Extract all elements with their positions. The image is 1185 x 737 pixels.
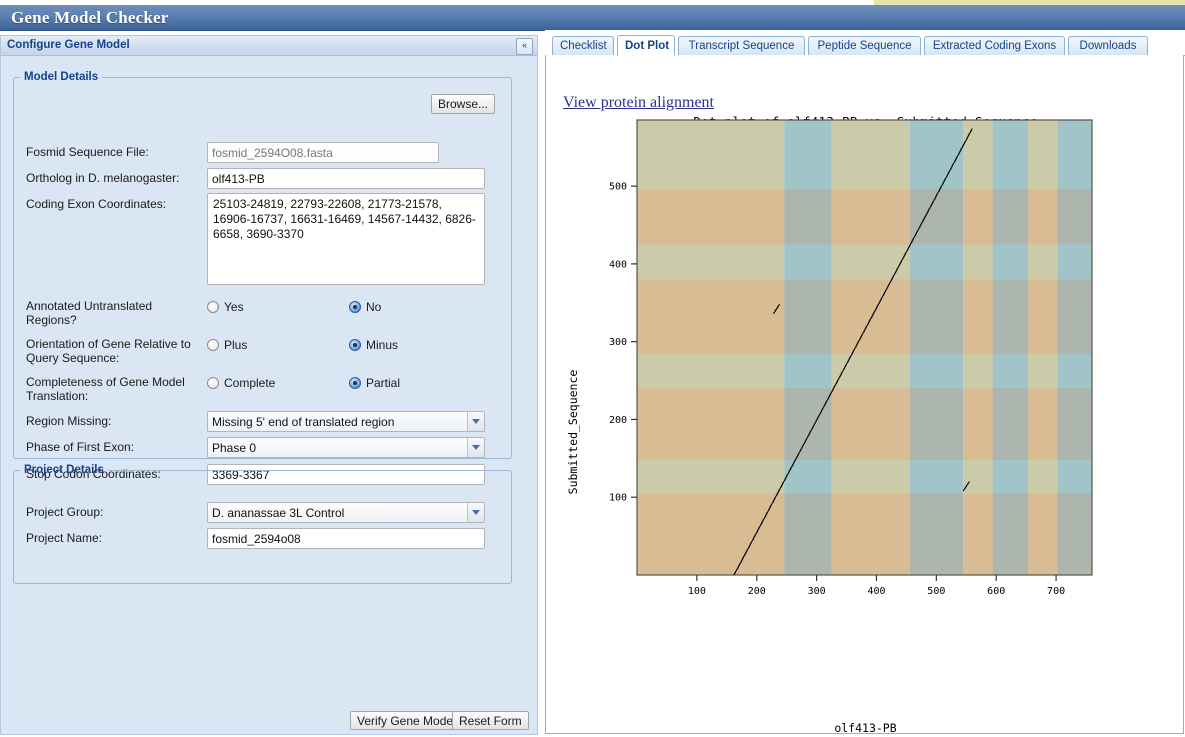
utr-radio-no[interactable]: No <box>349 300 381 314</box>
tab-strip: Checklist Dot Plot Transcript Sequence P… <box>545 34 1185 56</box>
verify-gene-model-button[interactable]: Verify Gene Model <box>350 711 463 730</box>
view-protein-alignment-link[interactable]: View protein alignment <box>563 94 714 112</box>
project-group-label: Project Group: <box>26 505 104 519</box>
model-details-fieldset: Model Details Fosmid Sequence File: Orth… <box>13 71 512 485</box>
project-group-select-wrap: D. ananassae 3L Control <box>207 502 485 523</box>
phase-of-first-exon-label: Phase of First Exon: <box>26 440 135 454</box>
dot-plot-tab-panel: View protein alignment Dot plot of olf41… <box>545 55 1185 735</box>
chevron-double-left-icon[interactable]: « <box>516 38 533 55</box>
phase-select-wrap: Phase 0 <box>207 437 485 458</box>
x-tick-label: 600 <box>987 586 1005 597</box>
tab-downloads[interactable]: Downloads <box>1068 36 1148 56</box>
utr-radio-yes-label: Yes <box>224 300 244 314</box>
x-tick-label: 300 <box>808 586 826 597</box>
application-window: Gene Model Checker Configure Gene Model … <box>0 0 1185 737</box>
y-band-1 <box>637 459 1092 494</box>
orientation-radio-plus[interactable]: Plus <box>207 338 247 352</box>
panel-header-title: Configure Gene Model <box>7 39 130 51</box>
y-band-7 <box>637 120 1092 190</box>
x-tick-label: 200 <box>748 586 766 597</box>
reset-form-button[interactable]: Reset Form <box>452 711 529 730</box>
project-name-input[interactable] <box>207 528 485 549</box>
fosmid-file-input[interactable] <box>207 142 439 163</box>
page-title: Gene Model Checker <box>11 8 169 27</box>
dot-plot-chart: 100 200 300 400 500 600 700 100 200 300 400 500 <box>546 115 1185 735</box>
ortholog-label: Ortholog in D. melanogaster: <box>26 171 180 185</box>
y-tick-label: 400 <box>609 259 627 270</box>
region-missing-select[interactable]: Missing 5' end of translated region <box>207 411 485 432</box>
x-tick-label: 100 <box>688 586 706 597</box>
tab-extracted-coding-exons[interactable]: Extracted Coding Exons <box>924 36 1065 56</box>
project-details-legend: Project Details <box>24 464 104 476</box>
browse-button[interactable]: Browse... <box>431 94 496 114</box>
coding-exon-coordinates-textarea[interactable]: 25103-24819, 22793-22608, 21773-21578, 1… <box>207 193 485 285</box>
radio-icon-selected <box>349 301 361 313</box>
region-missing-label: Region Missing: <box>26 414 112 428</box>
y-band-4 <box>637 279 1092 355</box>
orientation-radio-plus-label: Plus <box>224 338 248 352</box>
results-panel: Checklist Dot Plot Transcript Sequence P… <box>545 30 1185 735</box>
radio-icon-selected <box>349 339 361 351</box>
radio-icon-unselected <box>207 377 219 389</box>
orientation-radio-minus-label: Minus <box>366 338 399 352</box>
utr-radio-no-label: No <box>366 300 382 314</box>
dot-plot-svg: 100 200 300 400 500 600 700 100 200 300 400 500 <box>609 119 1093 597</box>
coding-exon-coordinates-label: Coding Exon Coordinates: <box>26 197 167 211</box>
project-group-select[interactable]: D. ananassae 3L Control <box>207 502 485 523</box>
completeness-radio-partial-label: Partial <box>366 376 401 390</box>
configure-gene-model-panel: Configure Gene Model « Model Details Fos… <box>0 35 538 735</box>
fosmid-file-label: Fosmid Sequence File: <box>26 145 149 159</box>
utr-radio-yes[interactable]: Yes <box>207 300 244 314</box>
window-title-bar: Gene Model Checker <box>0 5 1185 31</box>
project-name-label: Project Name: <box>26 531 103 545</box>
y-tick-label: 100 <box>609 493 627 504</box>
tab-transcript-sequence[interactable]: Transcript Sequence <box>678 36 805 56</box>
region-missing-select-wrap: Missing 5' end of translated region <box>207 411 485 432</box>
ortholog-input[interactable] <box>207 168 485 189</box>
y-tick-label: 200 <box>609 415 627 426</box>
radio-icon-selected <box>349 377 361 389</box>
tab-peptide-sequence[interactable]: Peptide Sequence <box>808 36 921 56</box>
radio-icon-unselected <box>207 339 219 351</box>
tab-dot-plot[interactable]: Dot Plot <box>617 35 675 56</box>
y-band-0 <box>637 493 1092 575</box>
y-band-5 <box>637 244 1092 280</box>
annotated-utr-label: Annotated Untranslated Regions? <box>26 299 153 327</box>
tab-checklist[interactable]: Checklist <box>552 36 614 56</box>
completeness-label: Completeness of Gene Model Translation: <box>26 375 185 403</box>
y-band-3 <box>637 354 1092 389</box>
y-band-6 <box>637 189 1092 245</box>
project-details-fieldset: Project Details Project Group: D. ananas… <box>13 464 512 584</box>
completeness-radio-complete-label: Complete <box>224 376 276 390</box>
panel-header: Configure Gene Model « <box>1 36 537 56</box>
y-band-2 <box>637 388 1092 460</box>
completeness-radio-complete[interactable]: Complete <box>207 376 275 390</box>
x-tick-label: 400 <box>867 586 885 597</box>
y-tick-label: 500 <box>609 182 627 193</box>
completeness-radio-partial[interactable]: Partial <box>349 376 400 390</box>
orientation-radio-minus[interactable]: Minus <box>349 338 398 352</box>
phase-of-first-exon-select[interactable]: Phase 0 <box>207 437 485 458</box>
radio-icon-unselected <box>207 301 219 313</box>
orientation-label: Orientation of Gene Relative to Query Se… <box>26 337 191 365</box>
x-tick-label: 700 <box>1047 586 1065 597</box>
y-tick-label: 300 <box>609 337 627 348</box>
x-tick-label: 500 <box>927 586 945 597</box>
model-details-legend: Model Details <box>24 71 99 83</box>
